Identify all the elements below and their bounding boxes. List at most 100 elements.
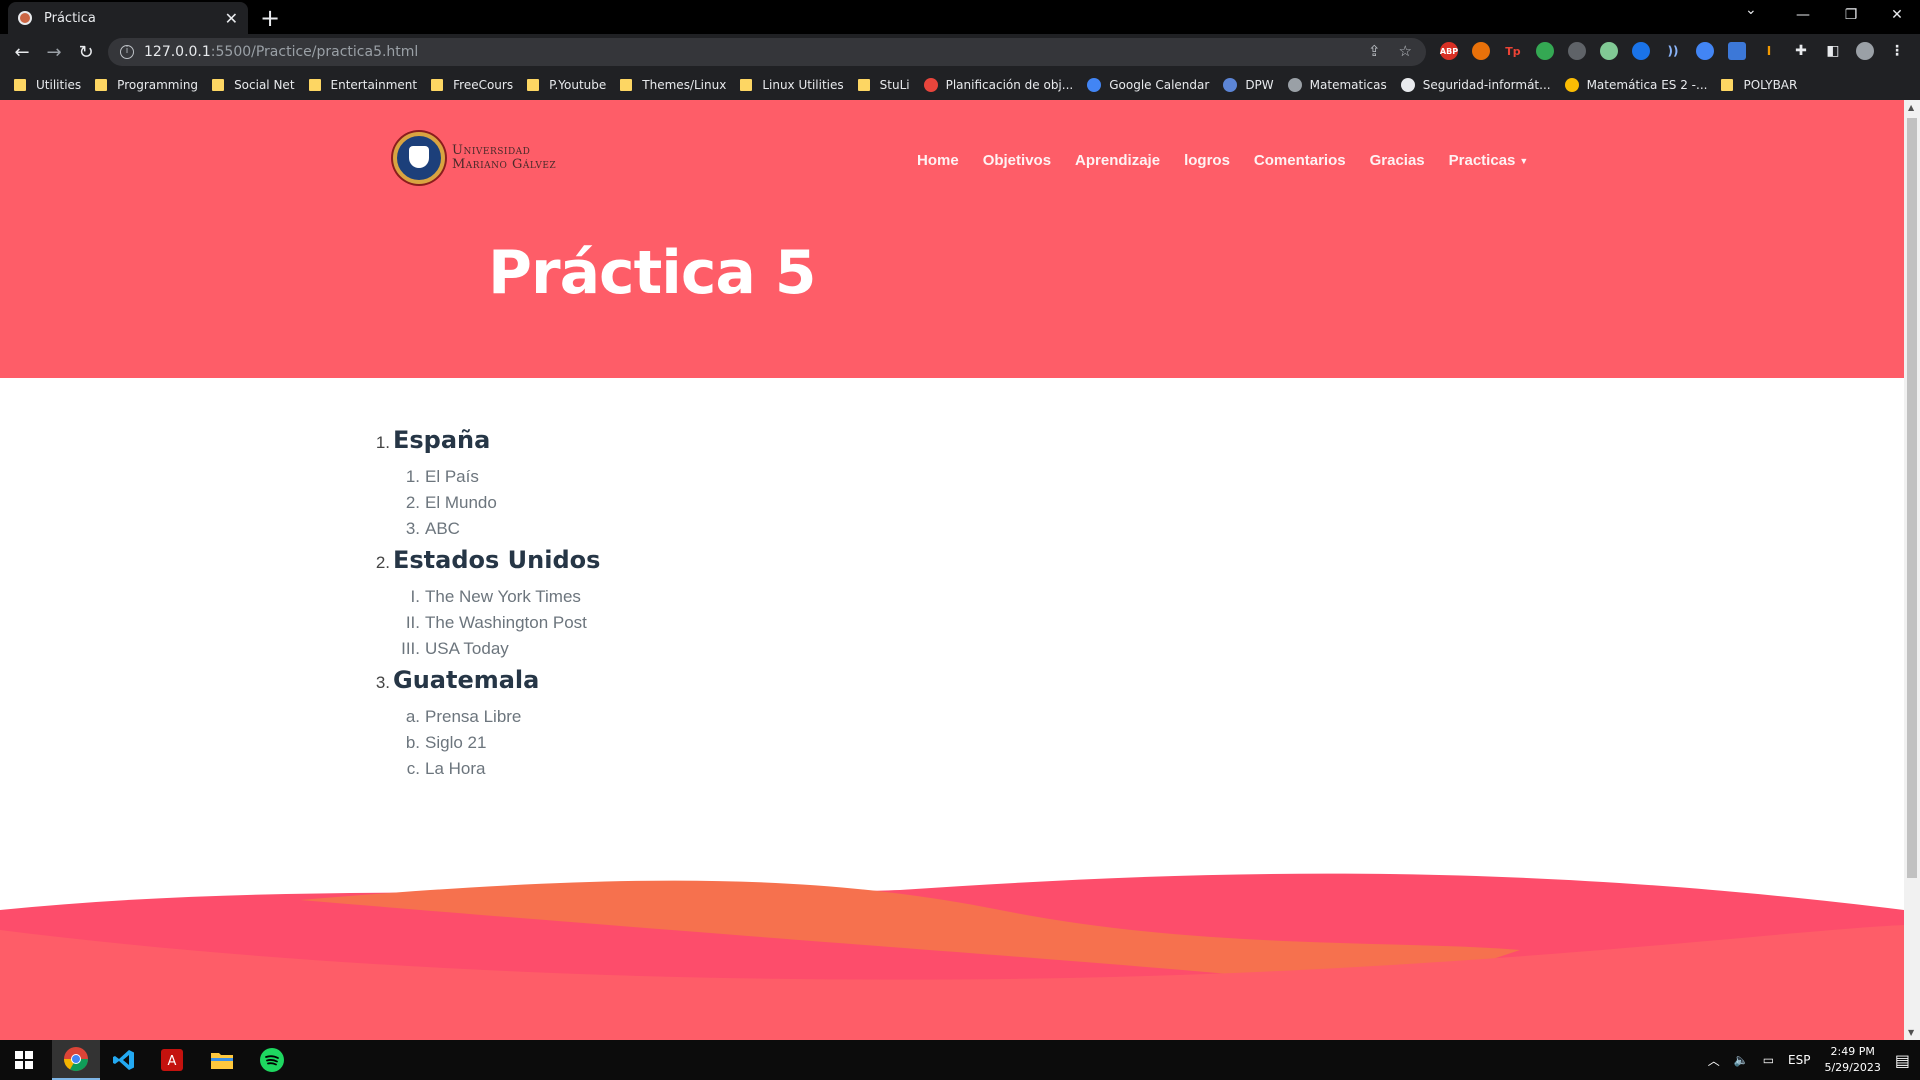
nav-aprendizaje[interactable]: Aprendizaje [1075,152,1160,169]
vscode-taskbar-icon[interactable] [100,1040,148,1080]
bookmark-item[interactable]: Planificación de obj... [923,78,1073,92]
bookmark-item[interactable]: Seguridad-informát... [1400,78,1551,92]
adblock-extension-icon[interactable]: ABP [1440,42,1458,60]
newspaper-number: III. [401,639,420,658]
extensions-puzzle-icon[interactable]: ✚ [1792,42,1810,60]
scroll-up-icon[interactable]: ▲ [1908,103,1914,112]
nav-practicas-dropdown[interactable]: Practicas ▼ [1449,152,1529,169]
nav-comentarios[interactable]: Comentarios [1254,152,1346,169]
notifications-icon[interactable]: ▤ [1895,1051,1910,1070]
caret-down-icon: ▼ [1519,156,1529,167]
bookmark-item[interactable]: Themes/Linux [620,78,726,92]
bookmark-label: Matemática ES 2 -... [1586,78,1708,92]
country-name: Estados Unidos [393,546,601,574]
country-item: 1. España [362,426,600,454]
bookmark-item[interactable]: Linux Utilities [740,78,844,92]
menu-kebab-icon[interactable]: ⋮ [1888,42,1906,60]
browser-tab[interactable]: Práctica ✕ [8,2,248,34]
university-logo[interactable]: Universidad Mariano Gálvez [393,132,556,184]
bookmark-item[interactable]: POLYBAR [1721,78,1797,92]
newspaper-number: 1. [405,467,420,486]
extension-icon[interactable]: )) [1664,42,1682,60]
volume-icon[interactable]: 🔈 [1734,1053,1749,1067]
bookmark-item[interactable]: StuLi [857,78,910,92]
newspaper-item: II. The Washington Post [362,610,600,636]
bookmark-item[interactable]: Programming [95,78,198,92]
file-explorer-taskbar-icon[interactable] [198,1040,246,1080]
extension-icon[interactable]: I [1760,42,1778,60]
bookmark-item[interactable]: P.Youtube [527,78,606,92]
acrobat-taskbar-icon[interactable]: A [148,1040,196,1080]
newspaper-number: 2. [405,493,420,512]
newspaper-name: El Mundo [425,493,497,512]
extension-icon[interactable] [1568,42,1586,60]
profile-avatar[interactable] [1856,42,1874,60]
vscode-icon [113,1050,134,1070]
extension-icon[interactable] [1472,42,1490,60]
tp-extension-icon[interactable]: Tp [1504,42,1522,60]
language-indicator[interactable]: ESP [1788,1053,1810,1067]
newspaper-item: a. Prensa Libre [362,704,600,730]
folder-icon [431,79,444,91]
bookmark-label: Programming [117,78,199,92]
site-info-icon[interactable]: i [120,45,134,59]
bookmark-item[interactable]: Social Net [212,78,295,92]
extension-icon[interactable] [1536,42,1554,60]
back-arrow-icon[interactable]: ← [10,40,34,64]
translate-extension-icon[interactable] [1728,42,1746,60]
bookmark-item[interactable]: DPW [1223,78,1274,92]
newspaper-item: 3. ABC [362,516,600,542]
extension-icon[interactable] [1600,42,1618,60]
clock-time: 2:49 PM [1830,1045,1875,1058]
nav-gracias[interactable]: Gracias [1370,152,1425,169]
bookmark-item[interactable]: Utilities [14,78,81,92]
tab-title: Práctica [44,10,96,26]
bookmark-star-icon[interactable]: ☆ [1399,42,1412,60]
country-item: 3. Guatemala [362,666,600,694]
bookmark-item[interactable]: Matemática ES 2 -... [1564,78,1708,92]
forward-arrow-icon[interactable]: → [42,40,66,64]
tab-search-icon[interactable]: ⌄ [1745,2,1757,18]
network-icon[interactable]: ▭ [1763,1053,1774,1067]
scroll-down-icon[interactable]: ▼ [1908,1028,1914,1037]
nav-logros[interactable]: logros [1184,152,1230,169]
side-panel-icon[interactable]: ◧ [1824,42,1842,60]
bookmark-item[interactable]: Entertainment [308,78,418,92]
bookmark-item[interactable]: Google Calendar [1087,78,1209,92]
bookmark-label: Social Net [234,78,295,92]
bookmark-label: StuLi [879,78,910,92]
newspapers-list: 1. España 1. El País 2. El Mundo 3. ABC 2. Estado… [362,426,601,786]
bookmark-label: Entertainment [330,78,418,92]
tab-close-icon[interactable]: ✕ [225,9,238,28]
clock[interactable]: 2:49 PM 5/29/2023 [1824,1044,1880,1076]
reload-icon[interactable]: ↻ [74,40,98,64]
nav-home[interactable]: Home [917,152,959,169]
logo-line-2: Mariano Gálvez [452,157,557,172]
newspaper-item: b. Siglo 21 [362,730,600,756]
folder-icon [212,79,225,91]
newspaper-number: c. [406,759,420,778]
nav-objetivos[interactable]: Objetivos [983,152,1051,169]
bookmark-item[interactable]: Matematicas [1287,78,1387,92]
page-scrollbar[interactable]: ▲ ▼ [1904,100,1920,1040]
address-bar[interactable]: i 127.0.0.1:5500/Practice/practica5.html… [108,38,1426,66]
folder-icon [211,1053,233,1069]
newspaper-item: c. La Hora [362,756,600,782]
bookmark-item[interactable]: FreeCours [431,78,513,92]
extension-icon[interactable] [1696,42,1714,60]
browser-toolbar: ← → ↻ i 127.0.0.1:5500/Practice/practica… [0,34,1920,70]
extension-icon[interactable] [1632,42,1650,60]
newspaper-number: b. [405,733,420,752]
bookmarks-bar: Utilities Programming Social Net Entertainm… [0,70,1920,100]
restore-button[interactable]: ❐ [1828,0,1874,30]
spotify-taskbar-icon[interactable] [248,1040,296,1080]
close-window-button[interactable]: ✕ [1874,0,1920,30]
minimize-button[interactable]: — [1780,0,1826,30]
tray-expand-icon[interactable]: ︿ [1708,1052,1720,1069]
folder-icon [620,79,633,91]
start-button[interactable] [0,1040,48,1080]
chrome-taskbar-icon[interactable] [52,1040,100,1080]
share-icon[interactable]: ⇪ [1368,42,1381,60]
scrollbar-thumb[interactable] [1907,118,1917,878]
new-tab-button[interactable]: + [258,4,282,32]
